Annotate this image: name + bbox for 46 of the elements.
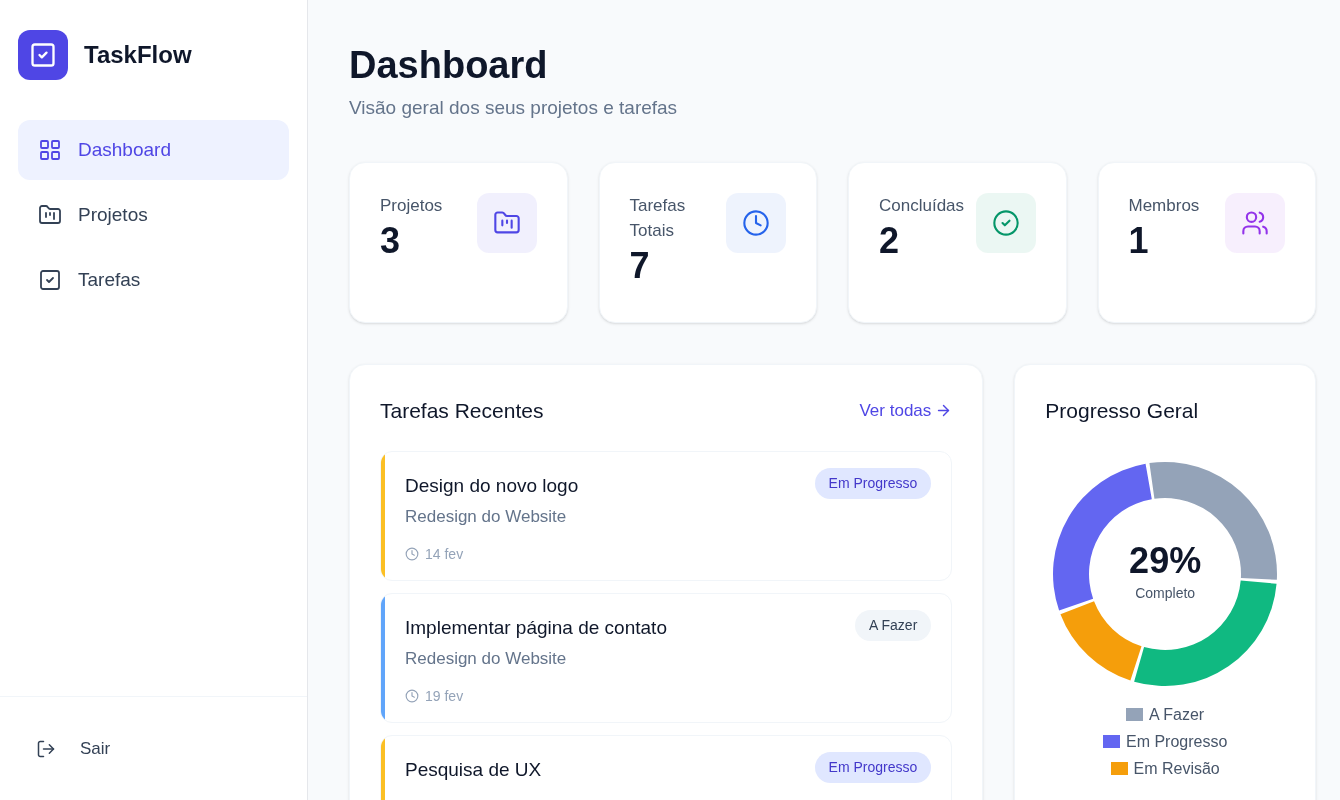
logout-button[interactable]: Sair: [36, 735, 111, 762]
legend-label: Em Progresso: [1125, 731, 1228, 752]
stat-value: 3: [380, 219, 402, 263]
stat-value: 1: [1128, 219, 1150, 263]
grid-icon: [38, 138, 62, 162]
task-title: Design do novo logo: [405, 473, 579, 498]
stat-label: Membros: [1128, 195, 1201, 217]
stat-label: Projetos: [380, 195, 444, 217]
page-subtitle: Visão geral dos seus projetos e tarefas: [349, 95, 679, 120]
brand-name: TaskFlow: [84, 40, 192, 70]
users-icon: [1241, 209, 1269, 237]
nav-item[interactable]: Projetos: [18, 185, 289, 245]
status-badge: A Fazer: [855, 609, 932, 641]
view-all-link[interactable]: Ver todas: [859, 398, 953, 424]
stat-value: 2: [879, 219, 901, 263]
nav-item[interactable]: Tarefas: [18, 250, 289, 310]
percent-complete: 29%: [1129, 543, 1202, 579]
stat-label: Tarefas Totais: [629, 195, 687, 242]
task-project: Redesign do Website: [405, 648, 568, 670]
check-circle-icon: [991, 209, 1020, 237]
task-title: Implementar página de contato: [405, 615, 667, 640]
legend-label: Em Revisão: [1133, 758, 1220, 779]
logout-icon: [36, 738, 56, 759]
stat-label: Concluídas: [879, 195, 966, 217]
legend-label: A Fazer: [1149, 704, 1205, 725]
clock-icon: [742, 209, 770, 237]
stat-value: 7: [629, 244, 651, 288]
task-title: Pesquisa de UX: [405, 757, 542, 782]
task-project: Redesign do Website: [405, 506, 568, 528]
nav-item[interactable]: Dashboard: [18, 120, 289, 180]
task-card[interactable]: Pesquisa de UX Em Progresso: [380, 734, 953, 800]
task-card[interactable]: Design do novo logo Em Progresso Redesign do Website 14 fev: [380, 450, 953, 581]
panel-title: Progresso Geral: [1045, 398, 1199, 424]
checkbox-icon: [38, 268, 62, 292]
task-date: 19 fev: [425, 686, 464, 706]
task-card[interactable]: Implementar página de contato A Fazer Redesign do Website 19 fev: [380, 592, 953, 723]
logo-icon: [18, 30, 68, 80]
folder-icon: [38, 203, 62, 227]
status-badge: Em Progresso: [814, 751, 932, 783]
task-date: 14 fev: [425, 544, 464, 564]
percent-caption: Completo: [1135, 584, 1196, 603]
clock-icon: [405, 689, 419, 703]
page-title: Dashboard: [349, 43, 549, 88]
panel-title: Tarefas Recentes: [380, 398, 544, 424]
status-badge: Em Progresso: [814, 467, 932, 499]
clock-icon: [405, 547, 419, 561]
